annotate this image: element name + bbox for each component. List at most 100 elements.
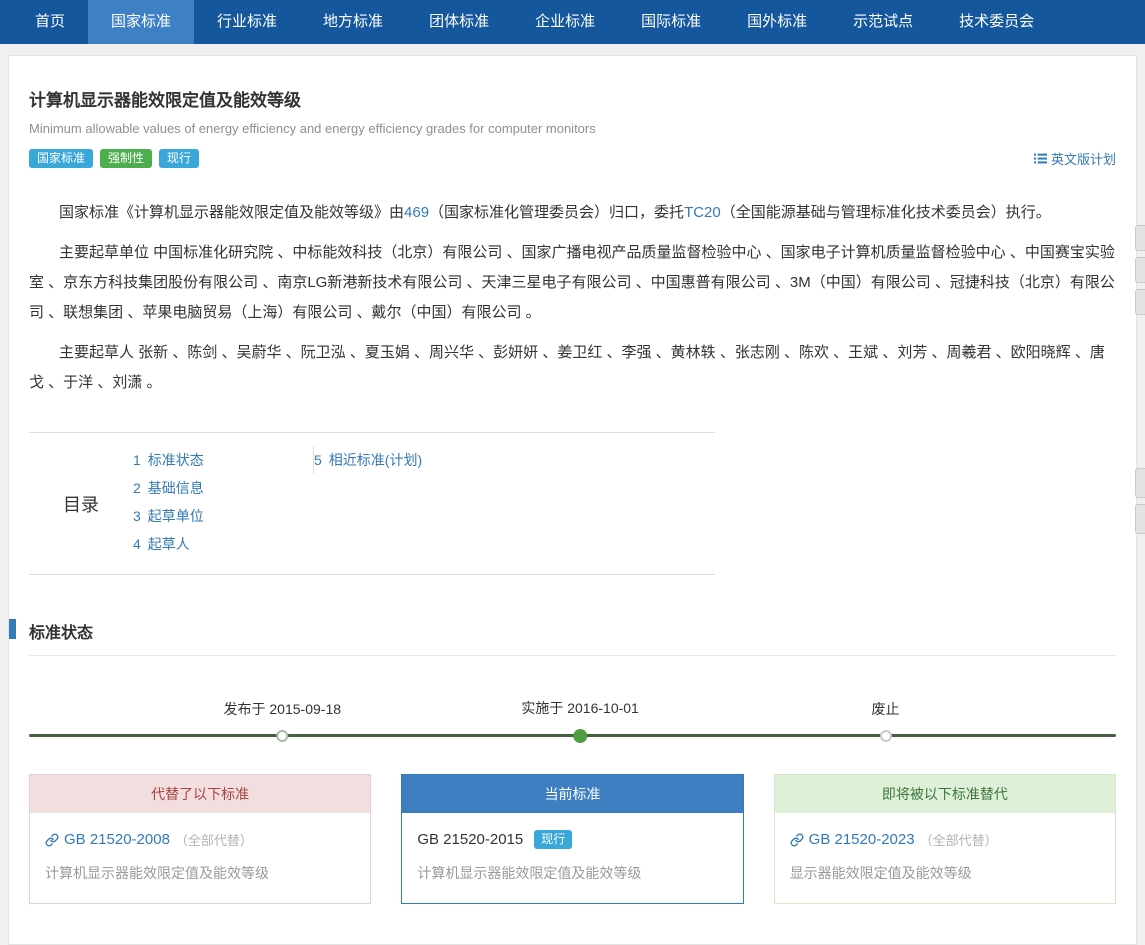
english-version-label: 英文版计划 (1051, 149, 1116, 168)
toc-item-basic-info: 2 基础信息 (133, 474, 313, 502)
badge-current-status: 现行 (159, 149, 199, 168)
nav-item-demonstration-pilot[interactable]: 示范试点 (830, 0, 936, 44)
section-heading-standard-status: 标准状态 (29, 619, 1116, 656)
toc-columns: 1 标准状态 2 基础信息 3 起草单位 4 起草人 5 相近标准(计划) (133, 433, 422, 574)
top-nav: 首页 国家标准 行业标准 地方标准 团体标准 企业标准 国际标准 国外标准 示范… (0, 0, 1145, 44)
page-subtitle-english: Minimum allowable values of energy effic… (29, 121, 1116, 136)
toc-link-similar-standards[interactable]: 5 相近标准(计划) (314, 452, 422, 468)
card-replaced-standard: 代替了以下标准 GB 21520-2008 （全部代替） 计算机显示器能效限定值… (29, 774, 371, 904)
toc-link-basic-info[interactable]: 2 基础信息 (133, 480, 204, 496)
toc-item-drafting-units: 3 起草单位 (133, 502, 313, 530)
standard-status-timeline: 发布于 2015-09-18 实施于 2016-10-01 废止 (29, 690, 1116, 746)
nav-item-foreign-standards[interactable]: 国外标准 (724, 0, 830, 44)
english-version-link[interactable]: 英文版计划 (1034, 149, 1116, 168)
toc-link-standard-status[interactable]: 1 标准状态 (133, 452, 204, 468)
toc-link-drafting-units[interactable]: 3 起草单位 (133, 508, 204, 524)
nav-item-local-standards[interactable]: 地方标准 (300, 0, 406, 44)
section-marker (9, 619, 16, 639)
dept-469-link[interactable]: 469 (404, 204, 429, 221)
link-icon (790, 833, 804, 847)
timeline-dot-published (276, 730, 288, 742)
timeline-point-implemented: 实施于 2016-10-01 (521, 698, 639, 746)
intro-p1-post: （全国能源基础与管理标准化技术委员会）执行。 (721, 204, 1051, 221)
card-body-replaced: GB 21520-2008 （全部代替） 计算机显示器能效限定值及能效等级 (30, 813, 370, 903)
toc-label: 相近标准(计划) (329, 452, 422, 468)
current-status-badge: 现行 (534, 830, 572, 849)
card-desc-replacing: 显示器能效限定值及能效等级 (790, 863, 1100, 883)
side-widget-button[interactable] (1135, 504, 1145, 534)
toc-item-standard-status: 1 标准状态 (133, 446, 313, 474)
badge-mandatory: 强制性 (100, 149, 152, 168)
timeline-point-published: 发布于 2015-09-18 (224, 699, 342, 746)
card-header-replaced: 代替了以下标准 (30, 775, 370, 813)
toc-num: 1 (133, 452, 141, 468)
card-row-replaced: GB 21520-2008 （全部代替） (45, 830, 355, 849)
timeline-label-implemented: 实施于 2016-10-01 (521, 698, 639, 718)
card-row-current: GB 21520-2015 现行 (417, 830, 727, 849)
replacement-note: （全部代替） (175, 830, 253, 849)
gb-21520-2008-link[interactable]: GB 21520-2008 (64, 831, 170, 848)
intro-section: 国家标准《计算机显示器能效限定值及能效等级》由469（国家标准化管理委员会）归口… (29, 198, 1116, 398)
toc-num: 5 (314, 452, 322, 468)
nav-item-enterprise-standards[interactable]: 企业标准 (512, 0, 618, 44)
nav-item-industry-standards[interactable]: 行业标准 (194, 0, 300, 44)
intro-paragraph-governance: 国家标准《计算机显示器能效限定值及能效等级》由469（国家标准化管理委员会）归口… (29, 198, 1116, 228)
status-cards: 代替了以下标准 GB 21520-2008 （全部代替） 计算机显示器能效限定值… (29, 774, 1116, 904)
gb-21520-2023-link[interactable]: GB 21520-2023 (809, 831, 915, 848)
toc-item-similar-standards: 5 相近标准(计划) (314, 446, 422, 474)
nav-item-national-standards[interactable]: 国家标准 (88, 0, 194, 44)
page-title: 计算机显示器能效限定值及能效等级 (29, 86, 1116, 111)
intro-p1-mid: （国家标准化管理委员会）归口，委托 (429, 204, 684, 221)
card-desc-current: 计算机显示器能效限定值及能效等级 (417, 863, 727, 883)
badge-national-standard: 国家标准 (29, 149, 93, 168)
card-header-current: 当前标准 (402, 775, 742, 813)
timeline-point-abolished: 废止 (872, 699, 900, 746)
gb-21520-2015-code: GB 21520-2015 (417, 831, 523, 848)
side-widget-button[interactable] (1135, 257, 1145, 283)
intro-paragraph-drafting-units: 主要起草单位 中国标准化研究院 、中标能效科技（北京）有限公司 、国家广播电视产… (29, 238, 1116, 328)
timeline-label-abolished: 废止 (872, 699, 900, 719)
nav-item-group-standards[interactable]: 团体标准 (406, 0, 512, 44)
replacement-note: （全部代替） (920, 830, 998, 849)
card-desc-replaced: 计算机显示器能效限定值及能效等级 (45, 863, 355, 883)
toc-num: 2 (133, 480, 141, 496)
toc-item-drafters: 4 起草人 (133, 530, 313, 558)
card-current-standard: 当前标准 GB 21520-2015 现行 计算机显示器能效限定值及能效等级 (401, 774, 743, 904)
side-widget-button[interactable] (1135, 225, 1145, 251)
card-row-replacing: GB 21520-2023 （全部代替） (790, 830, 1100, 849)
toc-label: 标准状态 (148, 452, 204, 468)
nav-item-international-standards[interactable]: 国际标准 (618, 0, 724, 44)
toc-column-1: 1 标准状态 2 基础信息 3 起草单位 4 起草人 (133, 446, 313, 558)
side-widget-group-1 (1135, 225, 1145, 321)
card-replacing-standard: 即将被以下标准替代 GB 21520-2023 （全部代替） 显示器能效限定值及… (774, 774, 1116, 904)
timeline-label-published: 发布于 2015-09-18 (224, 699, 342, 719)
intro-p1-pre: 国家标准《计算机显示器能效限定值及能效等级》由 (59, 204, 404, 221)
toc-link-drafters[interactable]: 4 起草人 (133, 536, 190, 552)
side-widget-button[interactable] (1135, 289, 1145, 315)
toc-column-2: 5 相近标准(计划) (313, 446, 422, 474)
side-widget-group-2 (1135, 468, 1145, 540)
toc-label: 起草单位 (148, 508, 204, 524)
toc-num: 4 (133, 536, 141, 552)
toc-num: 3 (133, 508, 141, 524)
side-widget-button[interactable] (1135, 468, 1145, 498)
section-heading-label: 标准状态 (29, 625, 93, 642)
meta-row: 国家标准 强制性 现行 英文版计划 (29, 149, 1116, 168)
nav-item-home[interactable]: 首页 (12, 0, 88, 44)
document-header: 计算机显示器能效限定值及能效等级 Minimum allowable value… (29, 56, 1116, 168)
timeline-dot-implemented (573, 729, 587, 743)
table-of-contents: 目录 1 标准状态 2 基础信息 3 起草单位 4 起草人 5 相近标准(计划) (29, 432, 715, 575)
nav-item-technical-committee[interactable]: 技术委员会 (936, 0, 1057, 44)
toc-title: 目录 (29, 433, 133, 574)
content-panel: 计算机显示器能效限定值及能效等级 Minimum allowable value… (8, 55, 1137, 945)
tc20-link[interactable]: TC20 (684, 204, 721, 221)
card-body-replacing: GB 21520-2023 （全部代替） 显示器能效限定值及能效等级 (775, 813, 1115, 903)
link-icon (45, 833, 59, 847)
intro-paragraph-drafters: 主要起草人 张新 、陈剑 、吴蔚华 、阮卫泓 、夏玉娟 、周兴华 、彭妍妍 、姜… (29, 338, 1116, 398)
card-body-current: GB 21520-2015 现行 计算机显示器能效限定值及能效等级 (402, 813, 742, 903)
toc-label: 基础信息 (148, 480, 204, 496)
toc-label: 起草人 (148, 536, 190, 552)
card-header-replacing: 即将被以下标准替代 (775, 775, 1115, 813)
timeline-dot-abolished (880, 730, 892, 742)
list-icon (1034, 152, 1047, 165)
